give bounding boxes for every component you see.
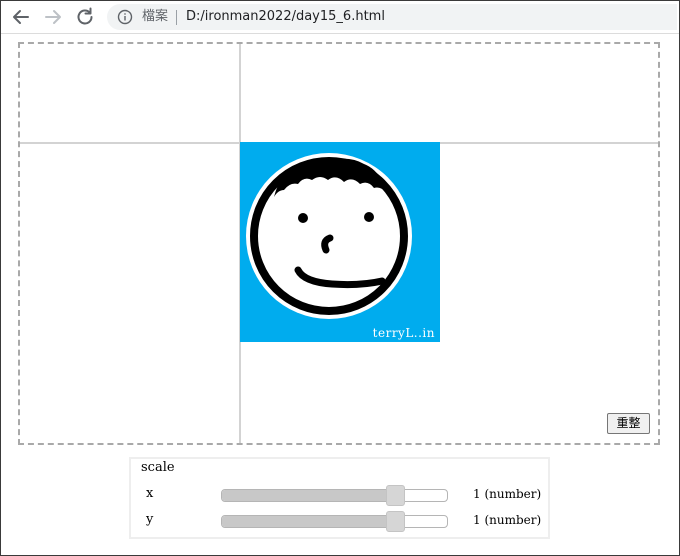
slider-label-y: y <box>146 512 154 527</box>
slider-value-y: 1 (number) <box>473 513 542 527</box>
reload-button[interactable] <box>74 6 96 28</box>
arrow-left-icon <box>13 10 29 24</box>
panel-title: scale <box>141 460 175 475</box>
smiley-face-icon <box>246 153 412 319</box>
slider-y-thumb[interactable] <box>386 511 406 532</box>
back-button[interactable] <box>10 6 32 28</box>
avatar-image[interactable]: terryL..in <box>240 142 440 342</box>
slider-y[interactable] <box>221 511 448 532</box>
slider-x-thumb[interactable] <box>386 485 406 506</box>
slider-x-fill <box>222 490 396 501</box>
url-text[interactable]: D:/ironman2022/day15_6.html <box>186 9 385 25</box>
slider-x[interactable] <box>221 485 448 506</box>
avatar-signature: terryL..in <box>372 326 435 340</box>
slider-label-x: x <box>146 486 154 501</box>
control-panel: scale x 1 (number) y 1 (number) <box>129 457 550 539</box>
slider-value-x: 1 (number) <box>473 487 542 501</box>
reload-icon <box>77 7 93 25</box>
info-circle-icon[interactable] <box>117 9 133 25</box>
scheme-label: 檔案 <box>142 9 169 24</box>
reset-button[interactable]: 重整 <box>607 413 650 434</box>
address-separator <box>176 10 177 25</box>
address-bar[interactable]: 檔案 D:/ironman2022/day15_6.html <box>107 4 677 30</box>
browser-toolbar: 檔案 D:/ironman2022/day15_6.html <box>1 1 679 34</box>
slider-y-fill <box>222 516 396 527</box>
forward-button[interactable] <box>42 6 64 28</box>
arrow-right-icon <box>45 10 61 24</box>
